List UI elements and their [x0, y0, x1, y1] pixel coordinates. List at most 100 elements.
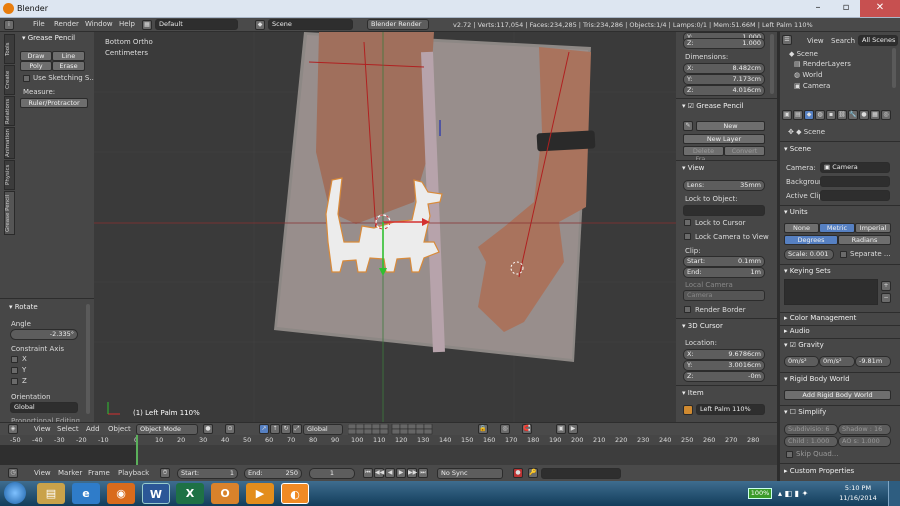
render-engine-select[interactable]: Blender Render: [367, 19, 429, 30]
maximize-button[interactable]: ▫: [832, 0, 860, 17]
start-button[interactable]: [4, 482, 26, 504]
menu-render[interactable]: Render: [54, 20, 79, 28]
material-tab-icon[interactable]: ●: [859, 110, 869, 120]
sidebar-scrollbar[interactable]: [770, 34, 774, 94]
proportional-edit-icon[interactable]: ◎: [500, 424, 510, 434]
constraint-y-checkbox[interactable]: [11, 367, 18, 374]
play-icon[interactable]: ▶: [396, 468, 406, 478]
media-player-taskbar-icon[interactable]: ▶: [246, 483, 274, 504]
record-icon[interactable]: ●: [513, 468, 523, 478]
degrees-button[interactable]: Degrees: [784, 235, 838, 245]
remove-keying-set-icon[interactable]: −: [881, 293, 891, 303]
scale-icon[interactable]: ⤢: [292, 424, 302, 434]
rigid-body-world-panel-title[interactable]: ▾ Rigid Body World: [784, 375, 850, 383]
end-frame-field[interactable]: End: 250: [244, 468, 302, 479]
tray-icons[interactable]: ▴ ◧ ▮ ✦: [778, 489, 808, 498]
gravity-z-field[interactable]: -9.81m: [855, 356, 891, 367]
rotate-icon[interactable]: ↻: [281, 424, 291, 434]
menu-window[interactable]: Window: [85, 20, 113, 28]
blender-taskbar-icon[interactable]: ◐: [281, 483, 309, 504]
rotate-panel-title[interactable]: ▾ Rotate: [9, 303, 38, 311]
color-management-panel-title[interactable]: ▸ Color Management: [784, 314, 856, 322]
ruler-protractor-button[interactable]: Ruler/Protractor: [20, 98, 88, 108]
simplify-subdivision-field[interactable]: Subdivisio: 6: [784, 424, 838, 435]
tab-create[interactable]: Create: [4, 65, 15, 95]
outliner-item-camera[interactable]: ▣ Camera: [794, 82, 830, 90]
layout-field[interactable]: Default: [155, 19, 238, 30]
outliner-filter-select[interactable]: All Scenes: [858, 35, 898, 46]
scene-tab-icon[interactable]: ◆: [804, 110, 814, 120]
cursor-z-field[interactable]: Z: -0m: [683, 371, 765, 382]
add-keying-set-icon[interactable]: +: [881, 281, 891, 291]
scene-panel-title[interactable]: ▾ Scene: [784, 145, 811, 153]
outliner-item-scene[interactable]: ◆ Scene: [789, 50, 818, 58]
render-preview-icon[interactable]: ▣: [556, 424, 566, 434]
add-rigid-body-world-button[interactable]: Add Rigid Body World: [784, 390, 891, 400]
dimension-z-field[interactable]: Z: 4.016cm: [683, 85, 765, 96]
modifiers-tab-icon[interactable]: 🔧: [848, 110, 858, 120]
outliner-editor-icon[interactable]: ☰: [782, 35, 792, 45]
constraint-x-checkbox[interactable]: [11, 356, 18, 363]
preview-range-icon[interactable]: ⏱: [160, 468, 170, 478]
radians-button[interactable]: Radians: [838, 235, 891, 245]
explorer-taskbar-icon[interactable]: ▤: [37, 483, 65, 504]
lock-cursor-checkbox[interactable]: [684, 219, 691, 226]
current-frame-marker[interactable]: [136, 435, 138, 465]
pencil-icon[interactable]: ✎: [683, 121, 693, 131]
close-button[interactable]: ✕: [860, 0, 900, 17]
timeline-menu-view[interactable]: View: [34, 469, 51, 477]
clock-time[interactable]: 5:10 PM: [836, 484, 880, 492]
outlook-taskbar-icon[interactable]: O: [211, 483, 239, 504]
tab-grease-pencil[interactable]: Grease Pencil: [4, 191, 15, 235]
editor-type-timeline-icon[interactable]: ◷: [8, 468, 18, 478]
timeline-ruler[interactable]: -50 -40 -30 -20 -10 0 10 20 30 40 50 60 …: [0, 435, 777, 465]
camera-field[interactable]: ▣ Camera: [820, 162, 890, 173]
active-clip-field[interactable]: [820, 190, 890, 201]
render-animation-icon[interactable]: ▶: [568, 424, 578, 434]
transform-orientation-select[interactable]: Global: [303, 424, 343, 435]
clip-start-field[interactable]: Start: 0.1mm: [683, 256, 765, 267]
3d-cursor-panel-title[interactable]: ▾ 3D Cursor: [682, 322, 723, 330]
menu-object[interactable]: Object: [108, 425, 131, 433]
menu-file[interactable]: File: [33, 20, 45, 28]
physics-tab-icon[interactable]: ◎: [881, 110, 891, 120]
dimension-x-field[interactable]: X: 8.482cm: [683, 63, 765, 74]
item-name-field[interactable]: Left Palm 110%: [696, 404, 765, 415]
erase-button[interactable]: Erase: [52, 61, 85, 71]
separate-units-checkbox[interactable]: [840, 251, 847, 258]
next-keyframe-icon[interactable]: ▶▶: [407, 468, 417, 478]
new-gp-button[interactable]: New: [696, 121, 765, 131]
render-border-checkbox[interactable]: [684, 306, 691, 313]
timeline-menu-frame[interactable]: Frame: [88, 469, 110, 477]
constraint-z-checkbox[interactable]: [11, 378, 18, 385]
gravity-panel-title[interactable]: ▾ ☑ Gravity: [784, 341, 824, 349]
audio-panel-title[interactable]: ▸ Audio: [784, 327, 810, 335]
object-tab-icon[interactable]: ▪: [826, 110, 836, 120]
shelf-scrollbar[interactable]: [86, 304, 90, 414]
manipulator-icon[interactable]: ↗: [259, 424, 269, 434]
outliner-item-renderlayers[interactable]: ▤ RenderLayers: [794, 60, 851, 68]
grease-pencil-npanel-title[interactable]: ▾ ☑ Grease Pencil: [682, 102, 744, 110]
angle-field[interactable]: -2.335°: [10, 329, 78, 340]
start-frame-field[interactable]: Start: 1: [177, 468, 238, 479]
scene-icon[interactable]: ◆: [255, 20, 265, 30]
texture-tab-icon[interactable]: ▦: [870, 110, 880, 120]
tab-relations[interactable]: Relations: [4, 96, 15, 126]
simplify-ao-field[interactable]: AO s: 1.000: [838, 436, 891, 447]
scene-field[interactable]: Scene: [268, 19, 353, 30]
viewport-shading-icon[interactable]: ●: [203, 424, 213, 434]
gravity-x-field[interactable]: 0m/s²: [784, 356, 819, 367]
constraints-tab-icon[interactable]: ⛓: [837, 110, 847, 120]
current-frame-field[interactable]: 1: [309, 468, 355, 479]
lock-camera-checkbox[interactable]: [684, 233, 691, 240]
units-imperial-button[interactable]: Imperial: [855, 223, 891, 233]
poly-button[interactable]: Poly: [20, 61, 52, 71]
outliner-view-menu[interactable]: View: [807, 37, 824, 45]
scale-z-field[interactable]: Z: 1.000: [683, 38, 765, 49]
translate-icon[interactable]: ↑: [270, 424, 280, 434]
jump-end-icon[interactable]: ⏭: [418, 468, 428, 478]
orientation-select[interactable]: Global: [10, 402, 78, 413]
prev-keyframe-icon[interactable]: ◀◀: [374, 468, 384, 478]
excel-taskbar-icon[interactable]: X: [176, 483, 204, 504]
background-field[interactable]: [820, 176, 890, 187]
